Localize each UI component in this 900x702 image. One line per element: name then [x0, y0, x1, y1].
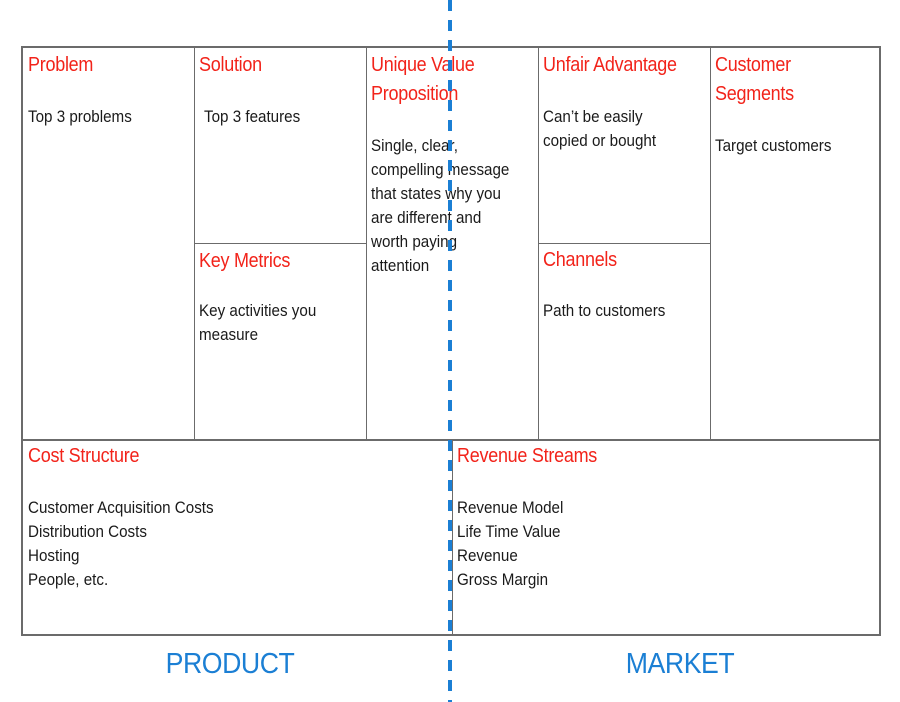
cost-structure-line-2: Distribution Costs	[28, 523, 147, 541]
problem-text: Top 3 problems	[28, 108, 132, 126]
product-market-divider	[448, 0, 452, 702]
channels-block: Channels Path to customers	[538, 243, 711, 440]
revenue-streams-line-4: Gross Margin	[457, 571, 549, 589]
product-label: PRODUCT	[165, 648, 295, 680]
unfair-advantage-block: Unfair Advantage Can’t be easily copied …	[538, 48, 711, 244]
customer-segments-title-line-2: Segments	[715, 83, 794, 105]
channels-text: Path to customers	[543, 302, 666, 320]
revenue-streams-title: Revenue Streams	[457, 445, 598, 467]
market-label: MARKET	[625, 648, 735, 680]
uvp-title-line-1: Unique Value	[371, 54, 475, 76]
channels-title: Channels	[543, 249, 617, 271]
solution-title: Solution	[199, 54, 262, 76]
uvp-block: Unique Value Proposition Single, clear, …	[366, 48, 539, 440]
problem-title: Problem	[28, 54, 94, 76]
customer-segments-block: Customer Segments Target customers	[710, 48, 879, 440]
cost-structure-line-1: Customer Acquisition Costs	[28, 499, 214, 517]
unfair-advantage-text-line-2: copied or bought	[543, 132, 657, 150]
revenue-streams-line-3: Revenue	[457, 547, 518, 565]
unfair-advantage-text-line-1: Can’t be easily	[543, 108, 643, 126]
uvp-text-line-1: Single, clear,	[371, 137, 458, 155]
solution-block: Solution Top 3 features	[194, 48, 367, 244]
customer-segments-text: Target customers	[715, 137, 832, 155]
uvp-text-line-4: are different and	[371, 209, 482, 227]
unfair-advantage-title: Unfair Advantage	[543, 54, 677, 76]
uvp-text-line-2: compelling message	[371, 161, 510, 179]
key-metrics-block: Key Metrics Key activities you measure	[194, 243, 367, 440]
cost-structure-line-3: Hosting	[28, 547, 80, 565]
problem-block: Problem Top 3 problems	[23, 48, 195, 440]
uvp-text-line-6: attention	[371, 257, 430, 275]
customer-segments-title-line-1: Customer	[715, 54, 791, 76]
uvp-title-line-2: Proposition	[371, 83, 459, 105]
solution-text: Top 3 features	[204, 108, 301, 126]
uvp-text-line-5: worth paying	[371, 233, 458, 251]
uvp-text-line-3: that states why you	[371, 185, 501, 203]
revenue-streams-block: Revenue Streams Revenue Model Life Time …	[452, 439, 879, 634]
revenue-streams-line-2: Life Time Value	[457, 523, 561, 541]
key-metrics-title: Key Metrics	[199, 250, 291, 272]
key-metrics-text-line-1: Key activities you	[199, 302, 317, 320]
revenue-streams-line-1: Revenue Model	[457, 499, 564, 517]
cost-structure-line-4: People, etc.	[28, 571, 109, 589]
cost-structure-block: Cost Structure Customer Acquisition Cost…	[23, 439, 453, 634]
cost-structure-title: Cost Structure	[28, 445, 140, 467]
key-metrics-text-line-2: measure	[199, 326, 259, 344]
